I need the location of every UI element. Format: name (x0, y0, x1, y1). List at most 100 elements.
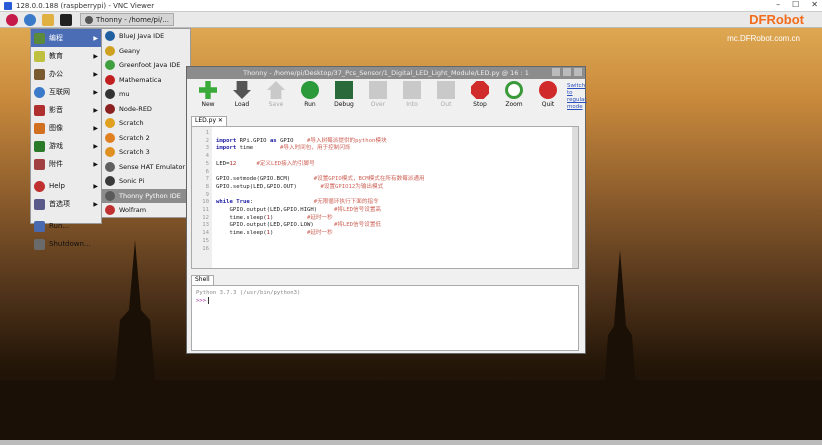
step-into-button[interactable]: Into (395, 81, 429, 108)
line-number: 16 (202, 245, 209, 252)
submenu-item-sonic-pi[interactable]: Sonic Pi (102, 174, 190, 189)
code-line: while True: #无限循环执行下面的指令 (216, 199, 379, 206)
submenu-item-geany[interactable]: Geany (102, 44, 190, 59)
editor-scrollbar[interactable] (572, 127, 578, 268)
submenu-item-bluej[interactable]: BlueJ Java IDE (102, 29, 190, 44)
close-icon[interactable]: ✕ (811, 0, 818, 9)
code-line: time.sleep(1) #延时一秒 (229, 229, 333, 236)
submenu-item-greenfoot[interactable]: Greenfoot Java IDE (102, 58, 190, 73)
save-button[interactable]: Save (259, 81, 293, 108)
menu-item-office[interactable]: 办公 ▶ (31, 65, 101, 83)
close-icon[interactable] (574, 68, 582, 76)
minimize-icon[interactable]: – (776, 0, 780, 9)
code-text[interactable]: import RPi.GPIO as GPIO #导入树莓派提供的python模… (212, 127, 425, 268)
python-shell[interactable]: Python 3.7.3 (/usr/bin/python3) >>> (191, 285, 579, 351)
menu-item-graphics[interactable]: 图像 ▶ (31, 119, 101, 137)
file-manager-icon[interactable] (42, 13, 54, 26)
editor-tab-led-py[interactable]: LED.py ✕ (191, 116, 227, 126)
new-button[interactable]: New (191, 81, 225, 108)
run-button[interactable]: Run (293, 81, 327, 108)
maximize-icon[interactable] (563, 68, 571, 76)
submenu-item-scratch-2[interactable]: Scratch 2 (102, 131, 190, 146)
scratch-2-icon (105, 132, 115, 143)
terminal-icon[interactable] (60, 13, 72, 26)
line-number: 8 (205, 183, 209, 190)
submenu-item-scratch[interactable]: Scratch (102, 116, 190, 131)
code-line: import time #导入时间包，用于控制闪烁 (216, 145, 351, 152)
line-number: 1 (205, 130, 209, 136)
menu-item-internet[interactable]: 互联网 ▶ (31, 83, 101, 101)
debug-button[interactable]: Debug (327, 81, 361, 108)
vnc-bottom-edge (0, 440, 822, 445)
taskbar-task-label: Thonny - /home/pi/... (96, 15, 169, 24)
step-over-button[interactable]: Over (361, 81, 395, 108)
chevron-right-icon: ▶ (93, 200, 98, 208)
thonny-task-icon (85, 15, 93, 24)
chevron-right-icon: ▶ (93, 160, 98, 168)
vnc-titlebar: 128.0.0.188 (raspberrypi) - VNC Viewer –… (0, 0, 822, 12)
code-line: GPIO.output(LED,GPIO.HIGH) #将LED信号设置高 (229, 206, 382, 213)
line-number: 14 (202, 230, 209, 237)
code-line: GPIO.output(LED,GPIO.LOW) #将LED信号设置低 (229, 222, 382, 229)
line-number: 12 (202, 214, 209, 221)
menu-item-run[interactable]: Run... (31, 217, 101, 235)
games-icon (34, 140, 45, 152)
submenu-item-mathematica[interactable]: Mathematica (102, 73, 190, 88)
code-line: GPIO.setup(LED,GPIO.OUT) #设置GPIO12为输出模式 (216, 183, 384, 190)
switch-mode-link[interactable]: Switch to regular mode (567, 83, 587, 111)
scratch-3-icon (105, 147, 115, 158)
brand-url: mc.DFRobot.com.cn (727, 34, 800, 43)
submenu-item-scratch-3[interactable]: Scratch 3 (102, 145, 190, 160)
line-number: 7 (205, 176, 209, 183)
submenu-item-wolfram[interactable]: Wolfram (102, 203, 190, 218)
new-icon (199, 81, 217, 99)
chevron-right-icon: ▶ (93, 88, 98, 96)
load-button[interactable]: Load (225, 81, 259, 108)
scratch-icon (105, 118, 115, 129)
greenfoot-icon (105, 60, 115, 71)
menu-item-education[interactable]: 教育 ▶ (31, 47, 101, 65)
shell-banner: Python 3.7.3 (/usr/bin/python3) (196, 290, 301, 296)
menu-item-accessories[interactable]: 附件 ▶ (31, 155, 101, 173)
menu-item-shutdown[interactable]: Shutdown... (31, 235, 101, 253)
code-line: LED=12 #定义LED接入的引脚号 (216, 160, 315, 167)
maximize-icon[interactable]: ☐ (792, 0, 799, 9)
office-icon (34, 68, 45, 80)
chevron-right-icon: ▶ (93, 70, 98, 78)
submenu-item-mu[interactable]: mu (102, 87, 190, 102)
quit-button[interactable]: Quit (531, 81, 565, 108)
submenu-item-node-red[interactable]: Node-RED (102, 102, 190, 117)
menu-item-programming[interactable]: 编程 ▶ (31, 29, 101, 47)
submenu-item-thonny[interactable]: Thonny Python IDE (102, 188, 190, 203)
menu-item-preferences[interactable]: 首选项 ▶ (31, 195, 101, 213)
step-out-icon (437, 81, 455, 99)
minimize-icon[interactable] (552, 68, 560, 76)
zoom-button[interactable]: Zoom (497, 81, 531, 108)
step-into-icon (403, 81, 421, 99)
submenu-item-sense-hat[interactable]: Sense HAT Emulator (102, 160, 190, 175)
code-line: GPIO.setmode(GPIO.BCM) #设置GPIO模式，BCM模式在所… (216, 176, 425, 183)
menu-item-help[interactable]: Help ▶ (31, 177, 101, 195)
taskbar-task-thonny[interactable]: Thonny - /home/pi/... (80, 13, 174, 26)
stop-button[interactable]: Stop (463, 81, 497, 108)
start-menu: 编程 ▶ 教育 ▶ 办公 ▶ 互联网 ▶ 影音 ▶ 图像 ▶ 游戏 ▶ 附件 ▶ Help ▶ 首… (30, 28, 102, 250)
line-number: 9 (205, 191, 209, 198)
help-icon (34, 180, 45, 192)
mu-icon (105, 89, 115, 100)
browser-icon[interactable] (24, 13, 36, 26)
step-out-button[interactable]: Out (429, 81, 463, 108)
media-icon (34, 104, 45, 116)
bluej-icon (105, 31, 115, 42)
code-line: time.sleep(1) #延时一秒 (229, 214, 333, 221)
menu-item-media[interactable]: 影音 ▶ (31, 101, 101, 119)
thonny-title: Thonny - /home/pi/Desktop/37_Pcs_Sensor/… (243, 69, 529, 77)
raspberry-menu-icon[interactable] (6, 13, 18, 26)
line-number: 11 (202, 207, 209, 214)
globe-icon (34, 86, 45, 98)
shell-tab[interactable]: Shell (191, 275, 214, 285)
code-editor[interactable]: 1 2 3 4 5 6 7 8 9 10 11 12 13 14 15 16 import RPi.GPIO … (191, 126, 579, 269)
save-icon (267, 81, 285, 99)
menu-item-games[interactable]: 游戏 ▶ (31, 137, 101, 155)
